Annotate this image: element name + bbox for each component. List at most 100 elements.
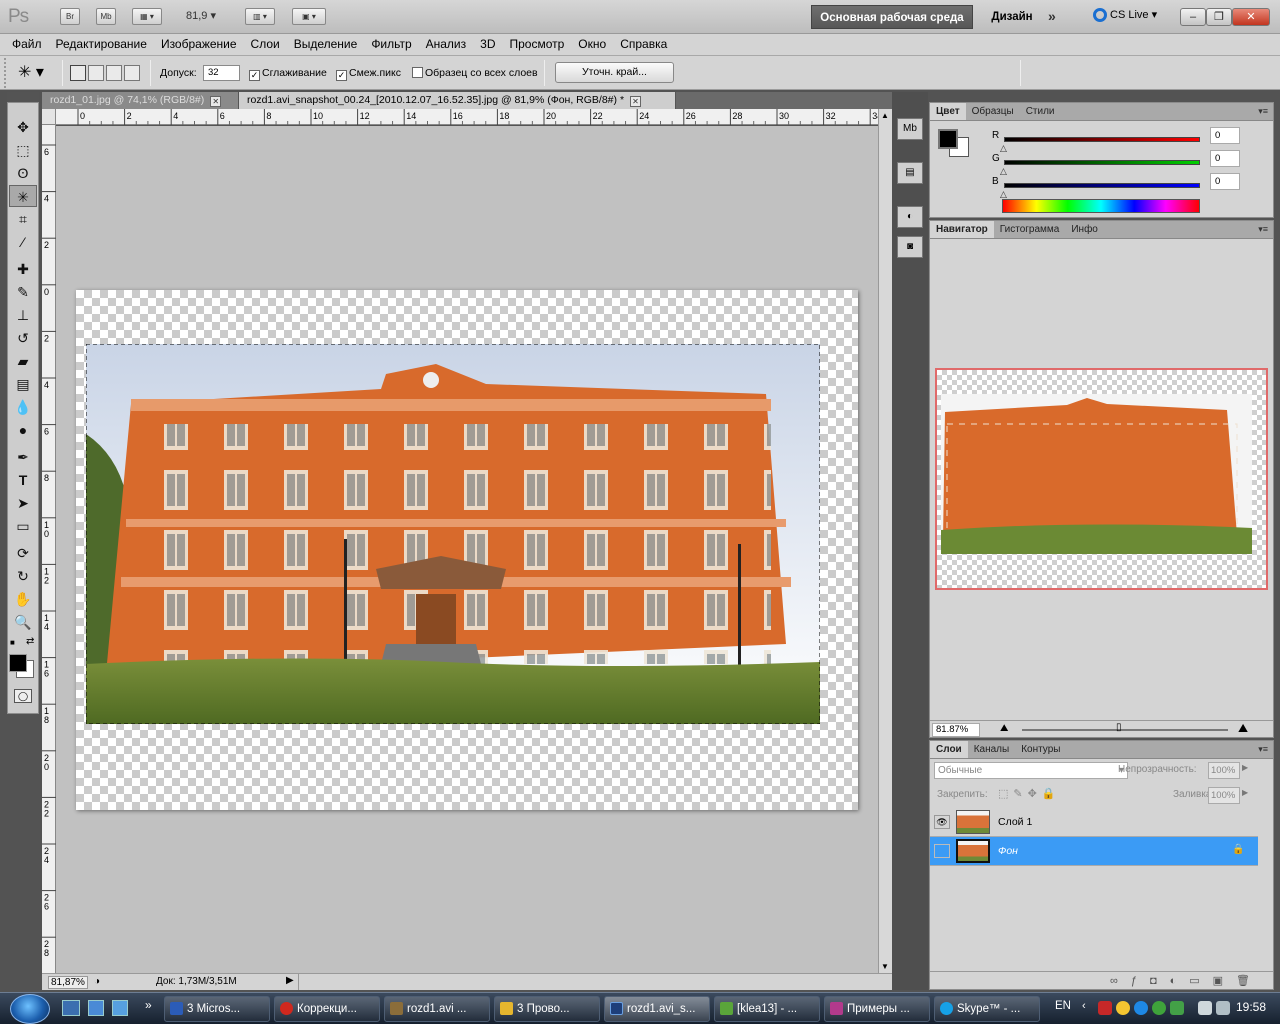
taskbar-item-active[interactable]: rozd1.avi_s... bbox=[604, 996, 710, 1022]
tab-paths[interactable]: Контуры bbox=[1015, 741, 1066, 758]
history-panel-icon[interactable]: ▤ bbox=[897, 162, 923, 184]
switch-windows-icon[interactable] bbox=[88, 1000, 104, 1016]
default-colors-icon[interactable]: ■ bbox=[10, 638, 15, 647]
taskbar-item[interactable]: 3 Micros... bbox=[164, 996, 270, 1022]
options-bar-grip[interactable] bbox=[4, 58, 9, 88]
tray-app-icon[interactable] bbox=[1170, 1001, 1184, 1015]
status-info-icon[interactable]: ◑ bbox=[94, 976, 100, 987]
taskbar-clock[interactable]: 19:58 bbox=[1236, 1000, 1266, 1014]
launch-bridge-button[interactable]: Br bbox=[60, 8, 80, 25]
subtract-from-selection-icon[interactable] bbox=[106, 65, 122, 81]
move-tool-icon[interactable]: ✥ bbox=[9, 116, 37, 138]
fill-arrow-icon[interactable]: ▶ bbox=[1242, 788, 1248, 797]
3d-orbit-tool-icon[interactable]: ↻ bbox=[9, 565, 37, 587]
tab-styles[interactable]: Стили bbox=[1020, 103, 1061, 120]
rectangular-marquee-tool-icon[interactable]: ⬚ bbox=[9, 139, 37, 161]
panel-menu-icon[interactable]: ▾≡ bbox=[1258, 224, 1268, 235]
new-selection-icon[interactable] bbox=[70, 65, 86, 81]
restore-button[interactable]: ❐ bbox=[1206, 8, 1232, 26]
more-workspaces-button[interactable]: » bbox=[1048, 8, 1056, 24]
screen-mode-icon[interactable]: ▣ ▾ bbox=[292, 8, 326, 25]
launch-mini-bridge-button[interactable]: Mb bbox=[96, 8, 116, 25]
photo-building-image[interactable] bbox=[86, 344, 820, 724]
brush-tool-icon[interactable]: ✎ bbox=[9, 281, 37, 303]
view-extras-icon[interactable]: ▦ ▾ bbox=[132, 8, 162, 25]
quicklaunch-more-icon[interactable]: » bbox=[145, 998, 152, 1012]
tolerance-input[interactable]: 32 bbox=[203, 65, 240, 81]
eraser-tool-icon[interactable]: ▰ bbox=[9, 350, 37, 372]
clone-source-panel-icon[interactable]: ◙ bbox=[897, 236, 923, 258]
status-menu-arrow-icon[interactable]: ▶ bbox=[286, 975, 294, 986]
volume-icon[interactable] bbox=[1216, 1001, 1230, 1015]
eye-icon[interactable]: 👁 bbox=[934, 815, 950, 829]
workspace-essentials-button[interactable]: Основная рабочая среда bbox=[811, 5, 973, 29]
lock-icons[interactable]: ⬚✎✥🔒 bbox=[998, 787, 1061, 800]
menu-edit[interactable]: Редактирование bbox=[49, 34, 154, 55]
utorrent-icon[interactable] bbox=[1152, 1001, 1166, 1015]
color-foreground-swatch[interactable] bbox=[938, 129, 958, 149]
tab-channels[interactable]: Каналы bbox=[968, 741, 1016, 758]
blue-value-input[interactable]: 0 bbox=[1210, 173, 1240, 190]
eyedropper-tool-icon[interactable]: ⁄ bbox=[9, 231, 37, 253]
healing-brush-tool-icon[interactable]: ✚ bbox=[9, 258, 37, 280]
quicklaunch-icon[interactable] bbox=[112, 1000, 128, 1016]
magic-wand-tool-preset-icon[interactable]: ✳ ▾ bbox=[18, 62, 56, 84]
panel-menu-icon[interactable]: ▾≡ bbox=[1258, 744, 1268, 755]
tab-histogram[interactable]: Гистограмма bbox=[994, 221, 1066, 238]
workspace-design-button[interactable]: Дизайн bbox=[982, 5, 1042, 29]
menu-image[interactable]: Изображение bbox=[154, 34, 244, 55]
green-value-input[interactable]: 0 bbox=[1210, 150, 1240, 167]
tab-swatches[interactable]: Образцы bbox=[966, 103, 1020, 120]
language-indicator[interactable]: EN bbox=[1055, 1000, 1071, 1012]
quick-mask-icon[interactable]: ◯ bbox=[14, 689, 32, 703]
antialias-checkbox[interactable]: ✓ Сглаживание bbox=[249, 67, 327, 81]
minimize-button[interactable]: – bbox=[1180, 8, 1206, 26]
status-zoom[interactable]: 81,87% bbox=[48, 976, 88, 989]
taskbar-item[interactable]: Примеры ... bbox=[824, 996, 930, 1022]
slider-knob-icon[interactable]: △ bbox=[1000, 166, 1007, 177]
layer-name[interactable]: Фон bbox=[998, 845, 1018, 857]
document-tab-active[interactable]: rozd1.avi_snapshot_00.24_[2010.12.07_16.… bbox=[239, 92, 676, 109]
zoom-tool-icon[interactable]: 🔍 bbox=[9, 611, 37, 633]
taskbar-item[interactable]: rozd1.avi ... bbox=[384, 996, 490, 1022]
3d-rotate-tool-icon[interactable]: ⟳ bbox=[9, 542, 37, 564]
close-tab-icon[interactable]: ✕ bbox=[210, 96, 222, 107]
type-tool-icon[interactable]: T bbox=[9, 469, 37, 491]
mini-bridge-panel-icon[interactable]: Mb bbox=[897, 118, 923, 140]
close-window-button[interactable]: ✕ bbox=[1232, 8, 1270, 26]
vertical-scrollbar[interactable]: ▲ ▼ bbox=[878, 109, 892, 973]
zoom-in-icon[interactable]: ⛰ bbox=[1238, 721, 1248, 736]
menu-file[interactable]: Файл bbox=[0, 34, 49, 55]
ruler-origin[interactable] bbox=[42, 109, 56, 125]
taskbar-item[interactable]: Skype™ - ... bbox=[934, 996, 1040, 1022]
layers-footer-buttons[interactable]: ∞ƒ◘◐▭▣🗑 bbox=[930, 971, 1273, 990]
show-desktop-icon[interactable] bbox=[62, 1000, 80, 1016]
color-spectrum-bar[interactable] bbox=[1002, 199, 1200, 213]
add-to-selection-icon[interactable] bbox=[88, 65, 104, 81]
tab-layers[interactable]: Слои bbox=[930, 741, 968, 758]
taskbar-item[interactable]: [klea13] - ... bbox=[714, 996, 820, 1022]
tab-color[interactable]: Цвет bbox=[930, 103, 966, 120]
opacity-arrow-icon[interactable]: ▶ bbox=[1242, 763, 1248, 772]
clone-stamp-tool-icon[interactable]: ⊥ bbox=[9, 304, 37, 326]
gradient-tool-icon[interactable]: ▤ bbox=[9, 373, 37, 395]
scroll-up-icon[interactable]: ▲ bbox=[881, 111, 889, 120]
menu-select[interactable]: Выделение bbox=[287, 34, 365, 55]
navigator-thumbnail[interactable] bbox=[935, 368, 1268, 590]
taskbar-item[interactable]: Коррекци... bbox=[274, 996, 380, 1022]
tab-info[interactable]: Инфо bbox=[1065, 221, 1104, 238]
horizontal-scrollbar[interactable] bbox=[298, 974, 878, 990]
cs-live-button[interactable]: CS Live ▾ bbox=[1093, 8, 1157, 23]
pen-tool-icon[interactable]: ✒ bbox=[9, 446, 37, 468]
tray-app-icon[interactable] bbox=[1098, 1001, 1112, 1015]
tray-app-icon[interactable] bbox=[1134, 1001, 1148, 1015]
menu-help[interactable]: Справка bbox=[613, 34, 674, 55]
document-tab[interactable]: rozd1_01.jpg @ 74,1% (RGB/8#) ✕ bbox=[42, 92, 239, 109]
refine-edge-button[interactable]: Уточн. край... bbox=[555, 62, 674, 83]
visibility-toggle[interactable] bbox=[934, 844, 950, 858]
sample-all-layers-checkbox[interactable]: Образец со всех слоев bbox=[412, 67, 538, 79]
layer-row-selected[interactable]: Фон 🔒 bbox=[930, 837, 1258, 866]
hand-tool-icon[interactable]: ✋ bbox=[9, 588, 37, 610]
red-value-input[interactable]: 0 bbox=[1210, 127, 1240, 144]
layer-row[interactable]: 👁 Слой 1 bbox=[930, 808, 1258, 837]
